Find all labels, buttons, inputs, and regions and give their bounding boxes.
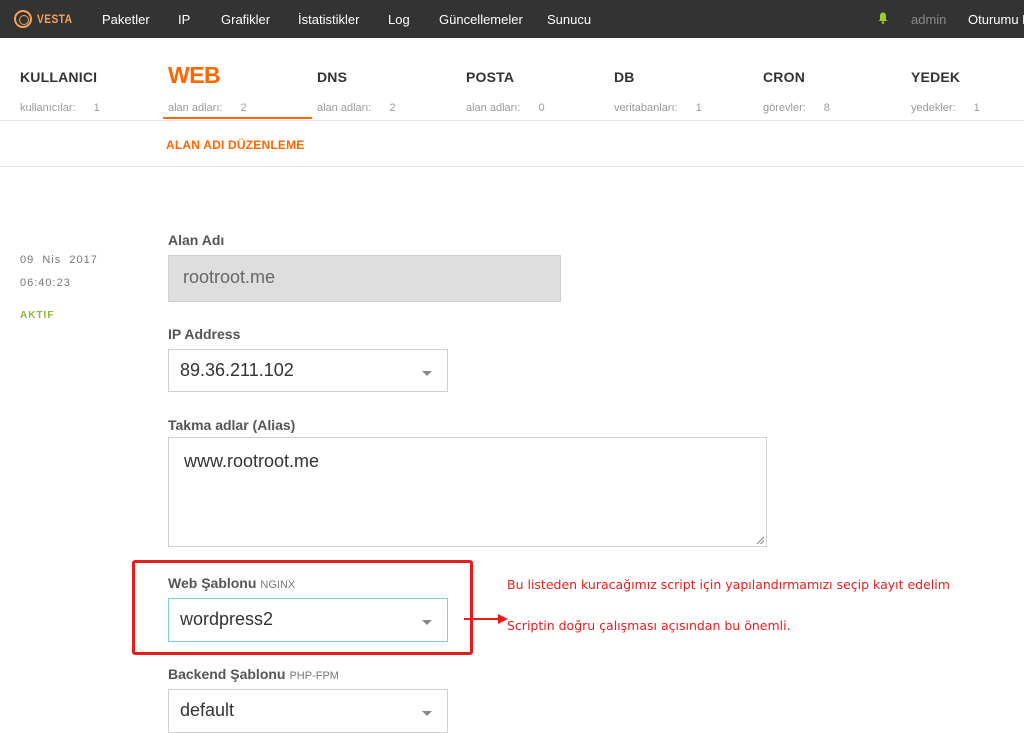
tab-title: WEB — [168, 62, 221, 88]
annotation-note-1: Bu listeden kuracağımız script için yapı… — [507, 577, 950, 592]
divider — [0, 120, 1024, 121]
tab-subtitle: yedekler: 1 — [911, 102, 980, 114]
tab-title: DNS — [317, 69, 348, 85]
tab-title: KULLANICI — [20, 69, 98, 85]
top-navbar: VESTA Paketler IP Grafikler İstatistikle… — [0, 0, 1024, 38]
arrow-right-icon — [464, 614, 508, 624]
tab-dns[interactable]: DNS alan adları: 2 — [317, 62, 457, 120]
annotation-note-2: Scriptin doğru çalışması açısından bu ön… — [507, 618, 791, 633]
bell-icon[interactable] — [878, 12, 888, 24]
nav-graphs[interactable]: Grafikler — [221, 12, 270, 27]
domain-field: rootroot.me — [168, 255, 561, 302]
created-date: 09 Nis 2017 — [20, 254, 98, 266]
active-tab-underline — [163, 117, 312, 119]
tab-title: YEDEK — [911, 69, 961, 85]
nav-packages[interactable]: Paketler — [102, 12, 150, 27]
domain-value: rootroot.me — [183, 267, 276, 287]
logout-link[interactable]: Oturumu K — [968, 12, 1024, 27]
logo-text: VESTA — [37, 12, 73, 26]
alias-value: www.rootroot.me — [184, 451, 320, 471]
vesta-logo-icon — [14, 10, 32, 28]
tab-web[interactable]: WEB alan adları: 2 — [168, 62, 308, 120]
user-link[interactable]: admin — [911, 12, 946, 27]
tab-users[interactable]: KULLANICI kullanıcılar: 1 — [20, 62, 160, 120]
tab-subtitle: kullanıcılar: 1 — [20, 102, 100, 114]
tab-backup[interactable]: YEDEK yedekler: 1 — [911, 62, 1021, 120]
page-title: ALAN ADI DÜZENLEME — [166, 138, 305, 152]
alias-label: Takma adlar (Alias) — [168, 417, 296, 433]
backend-template-select[interactable]: default — [168, 689, 448, 733]
highlight-box — [132, 560, 473, 655]
tab-subtitle: alan adları: 0 — [466, 102, 545, 114]
chevron-down-icon — [422, 371, 432, 376]
chevron-down-icon — [422, 711, 432, 716]
alias-textarea[interactable]: www.rootroot.me — [168, 437, 767, 547]
tab-title: CRON — [763, 69, 806, 85]
nav-updates[interactable]: Güncellemeler — [439, 12, 523, 27]
vesta-logo[interactable]: VESTA — [14, 9, 79, 29]
tab-subtitle: alan adları: 2 — [317, 102, 396, 114]
backend-template-value: default — [180, 700, 235, 720]
tab-cron[interactable]: CRON görevler: 8 — [763, 62, 903, 120]
ip-value: 89.36.211.102 — [180, 360, 294, 380]
nav-log[interactable]: Log — [388, 12, 410, 27]
nav-ip[interactable]: IP — [178, 12, 190, 27]
tab-title: DB — [614, 69, 635, 85]
backend-template-hint: PHP-FPM — [289, 670, 339, 682]
tab-db[interactable]: DB veritabanları: 1 — [614, 62, 754, 120]
tab-subtitle: görevler: 8 — [763, 102, 830, 114]
tab-subtitle: alan adları: 2 — [168, 102, 247, 114]
ip-label: IP Address — [168, 326, 241, 342]
tab-title: POSTA — [466, 69, 515, 85]
tab-subtitle: veritabanları: 1 — [614, 102, 702, 114]
tab-mail[interactable]: POSTA alan adları: 0 — [466, 62, 606, 120]
divider — [0, 166, 1024, 167]
nav-statistics[interactable]: İstatistikler — [298, 12, 359, 27]
ip-select[interactable]: 89.36.211.102 — [168, 349, 448, 392]
resize-handle-icon[interactable] — [756, 536, 764, 544]
backend-template-label: Backend Şablonu PHP-FPM — [168, 666, 339, 682]
nav-server[interactable]: Sunucu — [547, 12, 591, 27]
domain-label: Alan Adı — [168, 232, 225, 248]
created-time: 06:40:23 — [20, 277, 71, 289]
status-badge: AKTIF — [20, 310, 55, 321]
